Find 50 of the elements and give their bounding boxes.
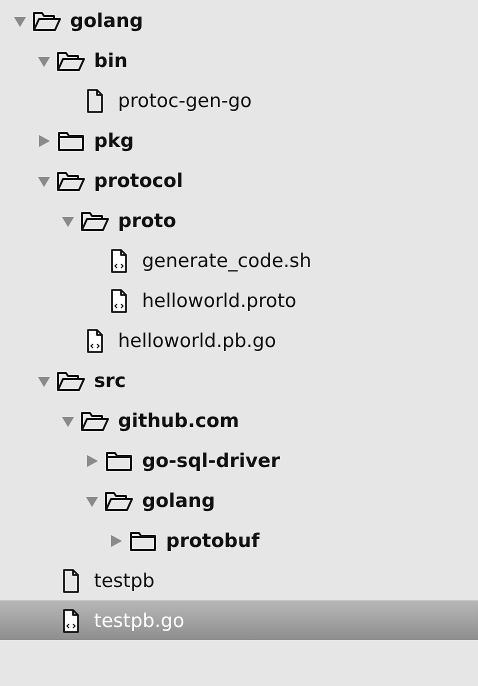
folder-name: src <box>94 370 126 392</box>
code-file-icon <box>110 248 128 272</box>
tree-row[interactable]: testpb <box>0 560 478 600</box>
folder-icon <box>57 130 85 152</box>
file-name: helloworld.proto <box>142 290 296 312</box>
open-folder-icon <box>56 50 86 72</box>
folder-name: bin <box>94 50 128 72</box>
tree-row[interactable]: proto <box>0 200 478 240</box>
open-folder-icon <box>56 370 86 392</box>
tree-row[interactable]: protobuf <box>0 520 478 560</box>
tree-row[interactable]: bin <box>0 40 478 80</box>
file-name: testpb <box>94 570 155 592</box>
open-folder-icon <box>80 210 110 232</box>
open-folder-icon <box>104 490 134 512</box>
open-folder-icon <box>56 170 86 192</box>
tree-row[interactable]: golang <box>0 480 478 520</box>
file-icon <box>86 88 104 112</box>
expand-arrow-icon[interactable] <box>37 134 51 148</box>
open-folder-icon <box>32 10 62 32</box>
file-name: helloworld.pb.go <box>118 330 276 352</box>
expand-arrow-icon[interactable] <box>85 454 99 468</box>
file-name: testpb.go <box>94 610 184 632</box>
folder-name: pkg <box>94 130 134 152</box>
file-icon <box>62 568 80 592</box>
tree-row[interactable]: protocol <box>0 160 478 200</box>
tree-row[interactable]: helloworld.pb.go <box>0 320 478 360</box>
tree-row[interactable]: go-sql-driver <box>0 440 478 480</box>
folder-name: golang <box>142 490 216 512</box>
tree-row[interactable]: generate_code.sh <box>0 240 478 280</box>
tree-row[interactable]: golang <box>0 0 478 40</box>
tree-row[interactable]: github.com <box>0 400 478 440</box>
file-name: protoc-gen-go <box>118 90 252 112</box>
folder-icon <box>105 450 133 472</box>
code-file-icon <box>86 328 104 352</box>
folder-name: proto <box>118 210 176 232</box>
tree-row[interactable]: pkg <box>0 120 478 160</box>
folder-name: go-sql-driver <box>142 450 280 472</box>
file-name: generate_code.sh <box>142 250 312 272</box>
folder-name: golang <box>70 10 144 32</box>
code-file-icon <box>110 288 128 312</box>
tree-row[interactable]: helloworld.proto <box>0 280 478 320</box>
tree-row[interactable]: protoc-gen-go <box>0 80 478 120</box>
tree-row[interactable]: src <box>0 360 478 400</box>
folder-name: protocol <box>94 170 183 192</box>
folder-icon <box>129 530 157 552</box>
expand-arrow-icon[interactable] <box>109 534 123 548</box>
open-folder-icon <box>80 410 110 432</box>
code-file-icon <box>62 608 80 632</box>
folder-name: protobuf <box>166 530 260 552</box>
folder-name: github.com <box>118 410 240 432</box>
